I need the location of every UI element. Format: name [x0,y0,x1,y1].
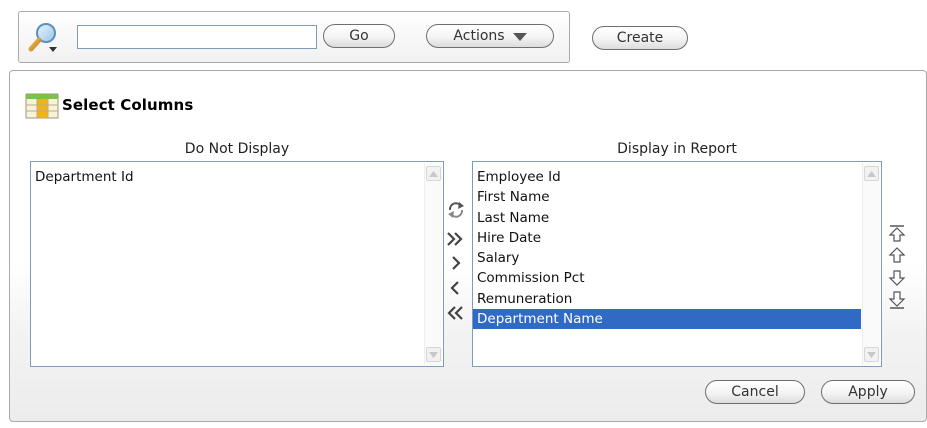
move-left-icon[interactable] [446,279,466,297]
scrollbar[interactable] [862,163,880,365]
reset-icon[interactable] [446,201,466,219]
search-input[interactable] [77,25,317,49]
create-button[interactable]: Create [592,26,688,50]
scroll-up-icon[interactable] [864,166,879,181]
list-item[interactable]: Department Id [31,167,423,187]
do-not-display-header: Do Not Display [184,141,290,157]
move-all-left-icon[interactable] [445,304,465,322]
apply-button[interactable]: Apply [821,380,915,404]
move-top-icon[interactable] [887,224,907,244]
move-up-icon[interactable] [887,246,907,266]
list-item[interactable]: Salary [473,248,861,268]
create-button-label: Create [616,30,664,46]
list-item[interactable]: First Name [473,187,861,207]
scrollbar[interactable] [424,163,442,365]
search-icon[interactable] [27,21,61,55]
cancel-button-label: Cancel [731,384,779,400]
apply-button-label: Apply [848,384,888,400]
columns-table-icon [25,93,59,119]
list-item[interactable]: Employee Id [473,167,861,187]
go-button-label: Go [349,28,369,44]
list-item[interactable]: Hire Date [473,228,861,248]
display-in-report-header: Display in Report [617,141,737,157]
move-down-icon[interactable] [887,268,907,288]
list-item[interactable]: Commission Pct [473,268,861,288]
actions-button[interactable]: Actions [426,24,554,48]
cancel-button[interactable]: Cancel [705,380,805,404]
panel-title: Select Columns [62,96,194,114]
list-item-selected[interactable]: Department Name [473,309,861,330]
move-bottom-icon[interactable] [887,290,907,310]
scroll-down-icon[interactable] [864,347,879,362]
scroll-down-icon[interactable] [426,347,441,362]
actions-button-label: Actions [453,28,505,44]
chevron-down-icon [512,33,527,41]
display-in-report-list[interactable]: Employee Id First Name Last Name Hire Da… [472,161,882,367]
list-item[interactable]: Last Name [473,208,861,228]
go-button[interactable]: Go [323,24,395,48]
list-item[interactable]: Remuneration [473,289,861,309]
move-all-right-icon[interactable] [446,230,466,248]
scroll-up-icon[interactable] [426,166,441,181]
do-not-display-list[interactable]: Department Id [30,161,444,367]
move-right-icon[interactable] [448,254,468,272]
